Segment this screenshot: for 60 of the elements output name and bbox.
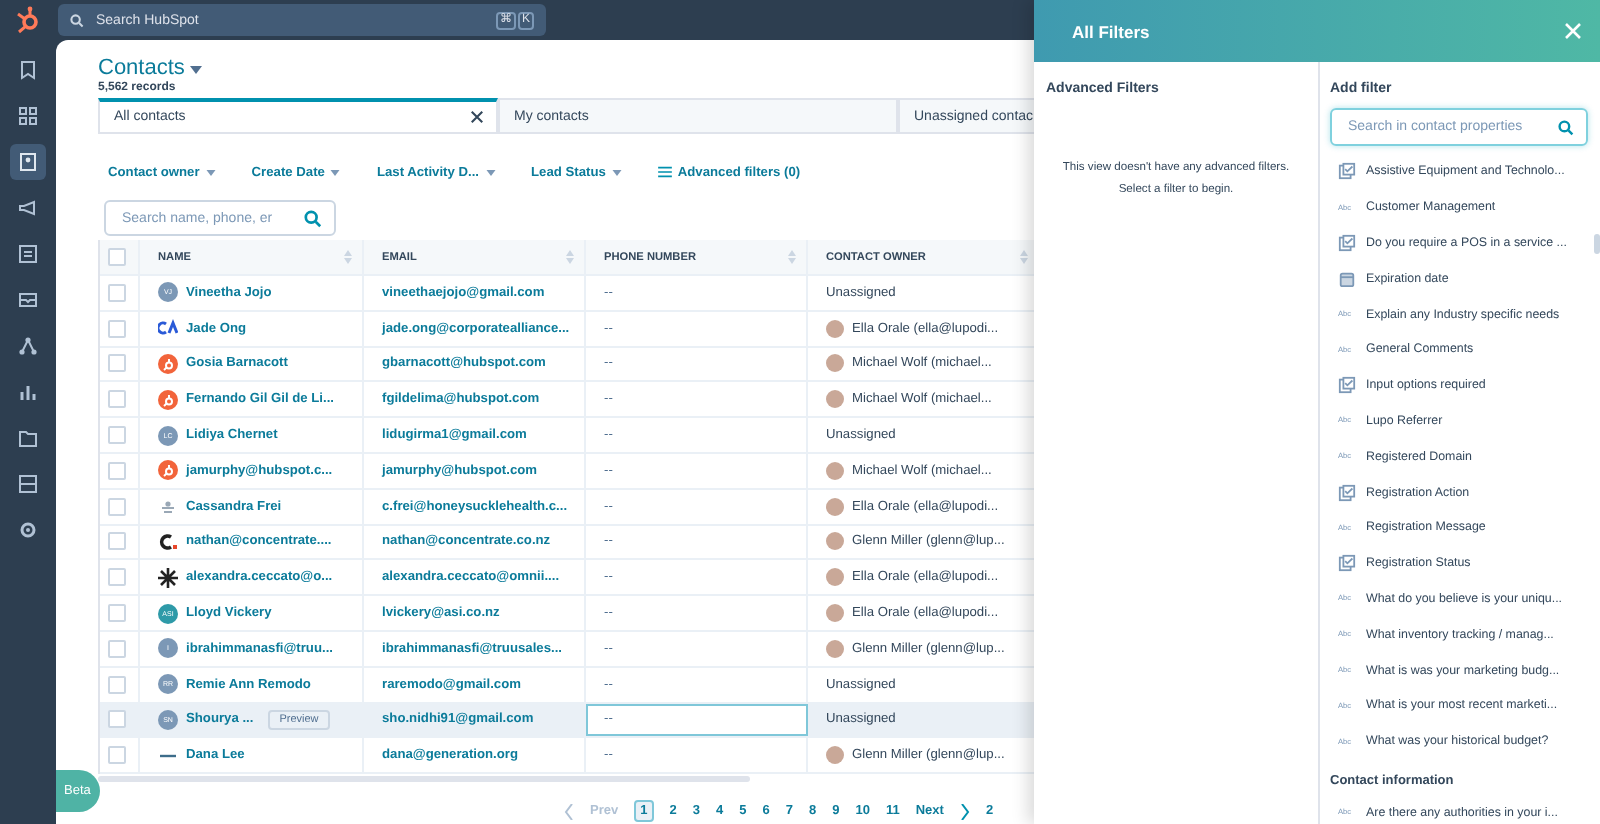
row-checkbox[interactable] (108, 497, 126, 516)
row-checkbox[interactable] (108, 283, 126, 302)
row-checkbox[interactable] (108, 319, 126, 338)
sort-icon[interactable] (788, 250, 796, 264)
row-checkbox[interactable] (108, 675, 126, 694)
folder-icon (18, 428, 38, 448)
caret-icon (330, 169, 341, 175)
row-checkbox[interactable] (108, 461, 126, 480)
caret-icon (611, 169, 622, 175)
chevron-right-icon[interactable] (959, 803, 970, 820)
inbox-icon (18, 290, 38, 310)
checkbox-type-icon (1338, 554, 1356, 573)
close-icon[interactable] (470, 110, 484, 124)
select-all-checkbox[interactable] (108, 248, 126, 266)
sort-icon[interactable] (566, 250, 574, 264)
caret-icon (190, 66, 203, 74)
panel-icon (18, 474, 38, 494)
sprocket-logo-icon (158, 353, 178, 374)
row-checkbox[interactable] (108, 604, 126, 623)
panel-title: All Filters (1072, 21, 1150, 41)
row-checkbox[interactable] (108, 568, 126, 587)
sidebar-contacts-button[interactable] (10, 144, 46, 180)
bookmark-icon (18, 60, 38, 80)
search-icon (70, 13, 84, 27)
caret-icon (205, 169, 216, 175)
search-icon (304, 209, 322, 227)
sprocket-logo-icon[interactable] (14, 6, 42, 34)
starburst-icon (158, 567, 178, 588)
sprocket-logo-icon (158, 389, 178, 410)
grid-icon (18, 106, 38, 126)
checkbox-type-icon (1338, 483, 1356, 502)
avatar-placeholder (826, 746, 844, 765)
checkbox-type-icon (1338, 376, 1356, 395)
row-checkbox[interactable] (108, 390, 126, 409)
megaphone-icon (18, 198, 38, 218)
checkbox-type-icon (1338, 233, 1356, 252)
row-checkbox[interactable] (108, 746, 126, 765)
row-checkbox[interactable] (108, 639, 126, 658)
row-checkbox[interactable] (108, 354, 126, 373)
company-logo-icon (158, 496, 178, 517)
bar-chart-icon (18, 382, 38, 402)
sprocket-logo-icon (158, 460, 178, 481)
network-icon (18, 336, 38, 356)
sort-icon[interactable] (344, 250, 352, 264)
caret-icon (485, 169, 496, 175)
document-icon (18, 244, 38, 264)
company-logo-icon (158, 318, 178, 339)
chevron-left-icon[interactable] (564, 803, 574, 820)
calendar-icon (1338, 269, 1356, 288)
contact-card-icon (18, 152, 38, 172)
search-icon (1558, 119, 1574, 135)
settings-icon (18, 520, 38, 540)
row-checkbox[interactable] (108, 532, 126, 551)
company-logo-icon (158, 531, 178, 552)
row-checkbox[interactable] (108, 710, 126, 729)
scrollbar-thumb[interactable] (1594, 234, 1600, 254)
sliders-icon (657, 166, 672, 178)
page-title-dropdown[interactable]: Contacts (98, 56, 1034, 80)
checkbox-type-icon (1338, 162, 1356, 181)
row-checkbox[interactable] (108, 426, 126, 445)
